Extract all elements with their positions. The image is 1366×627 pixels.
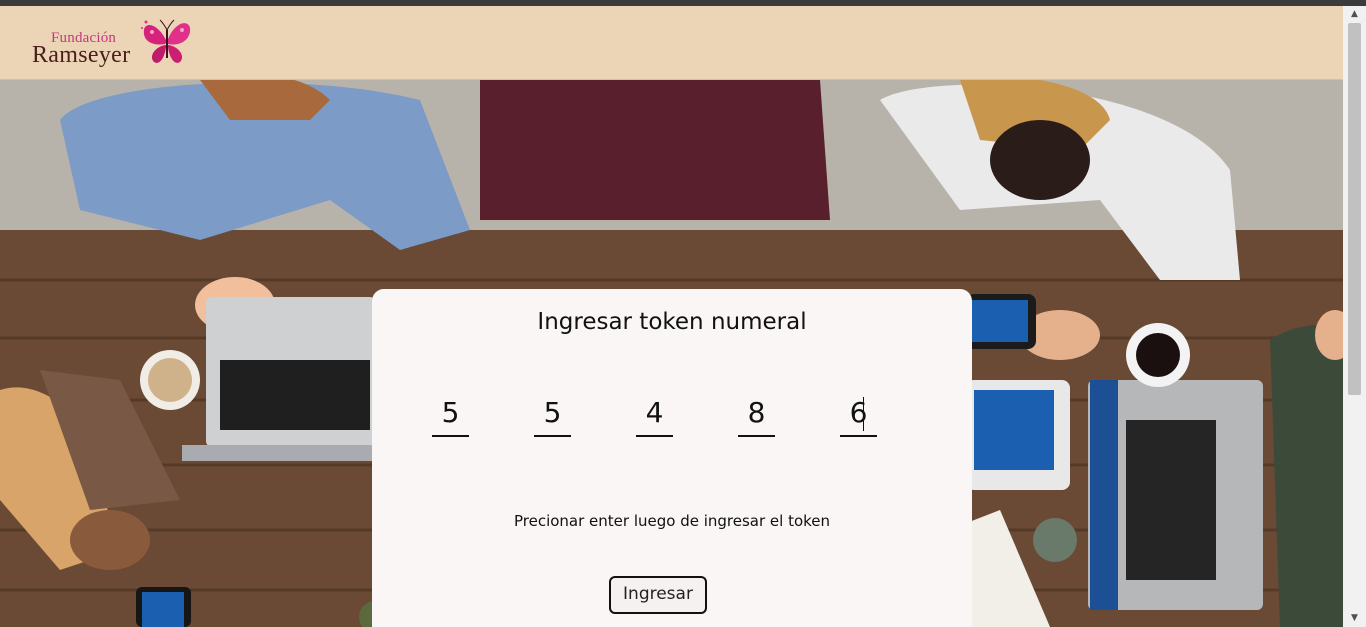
scroll-up-arrow-icon[interactable]: ▲ (1343, 6, 1366, 23)
site-header: Fundación Ramseyer (0, 6, 1343, 80)
text-caret (863, 397, 864, 431)
token-digit-input-4[interactable]: 8 (738, 393, 775, 437)
hero-background: Ingresar token numeral 5 5 4 8 6 Precion… (0, 80, 1343, 627)
submit-token-button[interactable]: Ingresar (609, 576, 707, 614)
page-viewport: Fundación Ramseyer Ingresar token numera… (0, 6, 1343, 627)
butterfly-icon (141, 19, 191, 63)
brand-logo-line2: Ramseyer (32, 42, 131, 68)
token-card-title: Ingresar token numeral (537, 309, 807, 335)
token-digit-group: 5 5 4 8 6 (432, 393, 912, 441)
token-digit-input-3[interactable]: 4 (636, 393, 673, 437)
brand-logo[interactable]: Fundación Ramseyer (32, 16, 197, 72)
token-digit-input-2[interactable]: 5 (534, 393, 571, 437)
token-digit-input-1[interactable]: 5 (432, 393, 469, 437)
token-digit-input-5[interactable]: 6 (840, 393, 877, 437)
token-hint-text: Precionar enter luego de ingresar el tok… (513, 512, 831, 530)
vertical-scrollbar[interactable]: ▲ ▼ (1343, 6, 1366, 627)
token-card: Ingresar token numeral 5 5 4 8 6 Precion… (372, 289, 972, 627)
scroll-down-arrow-icon[interactable]: ▼ (1343, 610, 1366, 627)
scrollbar-thumb[interactable] (1348, 23, 1361, 395)
